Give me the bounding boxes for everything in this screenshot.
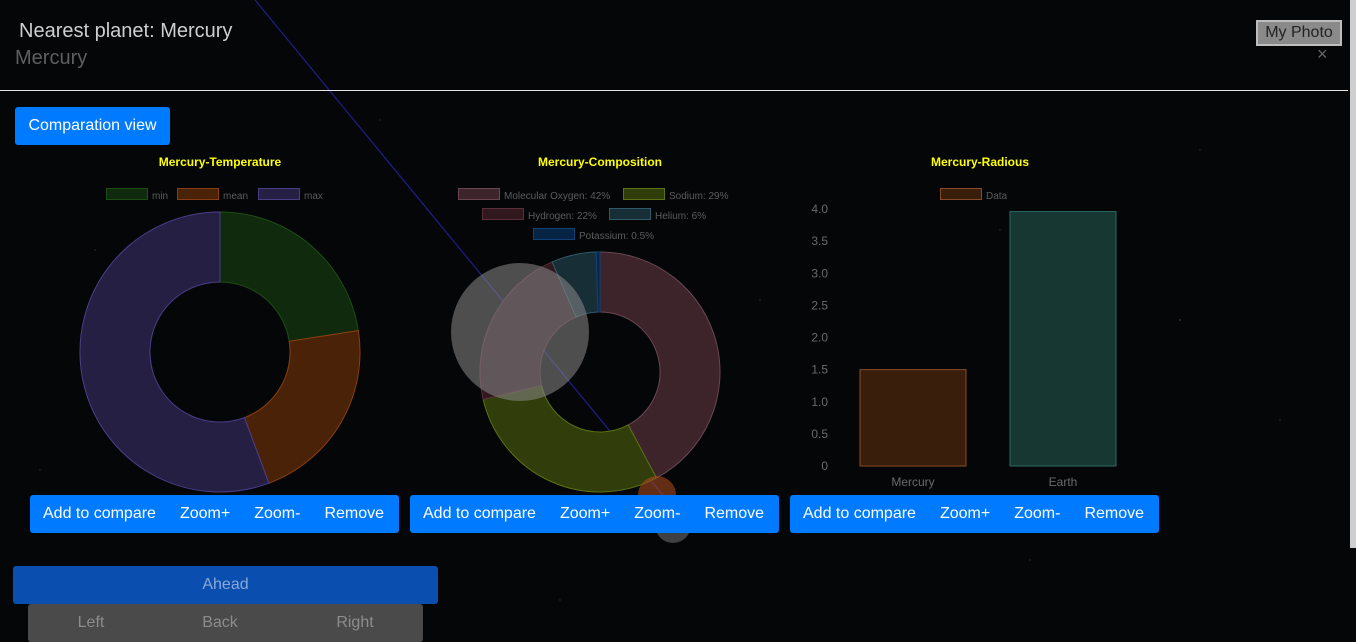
y-tick-label: 4.0: [811, 202, 828, 216]
zoom-out-button[interactable]: Zoom-: [242, 495, 312, 533]
x-tick-label: Earth: [1049, 475, 1078, 489]
zoom-in-button[interactable]: Zoom+: [548, 495, 622, 533]
y-tick-label: 0.5: [811, 427, 828, 441]
zoom-in-button[interactable]: Zoom+: [168, 495, 242, 533]
add-to-compare-button[interactable]: Add to compare: [790, 495, 928, 533]
navigation-controls: Left Back Right: [28, 604, 423, 642]
radius-chart-toolbar: Add to compare Zoom+ Zoom- Remove: [790, 495, 1159, 533]
charts-canvas: 4.0 3.5 3.0 2.5 2.0 1.5 1.0 0.5 0 Mercury Earth: [79, 202, 1117, 543]
remove-button[interactable]: Remove: [312, 495, 396, 533]
zoom-out-button[interactable]: Zoom-: [622, 495, 692, 533]
pie-slice-sodium[interactable]: [482, 385, 658, 493]
y-tick-label: 3.5: [811, 234, 828, 248]
pie-slice-min[interactable]: [219, 211, 359, 342]
composition-chart-toolbar: Add to compare Zoom+ Zoom- Remove: [410, 495, 779, 533]
temperature-chart-toolbar: Add to compare Zoom+ Zoom- Remove: [30, 495, 399, 533]
pie-slice-mean[interactable]: [243, 330, 361, 484]
add-to-compare-button[interactable]: Add to compare: [410, 495, 548, 533]
y-tick-label: 3.0: [811, 266, 828, 280]
temperature-doughnut-chart: [79, 211, 361, 493]
left-button[interactable]: Left: [46, 604, 136, 642]
y-tick-label: 2.5: [811, 298, 828, 312]
remove-button[interactable]: Remove: [692, 495, 776, 533]
zoom-out-button[interactable]: Zoom-: [1002, 495, 1072, 533]
mercury-planet-image[interactable]: [451, 263, 589, 401]
y-tick-label: 0: [821, 459, 828, 473]
back-button[interactable]: Back: [175, 604, 265, 642]
right-button[interactable]: Right: [310, 604, 400, 642]
add-to-compare-button[interactable]: Add to compare: [30, 495, 168, 533]
y-tick-label: 2.0: [811, 331, 828, 345]
radius-bar-chart: 4.0 3.5 3.0 2.5 2.0 1.5 1.0 0.5 0 Mercury Earth: [811, 202, 1117, 489]
y-tick-label: 1.5: [811, 363, 828, 377]
remove-button[interactable]: Remove: [1072, 495, 1156, 533]
zoom-in-button[interactable]: Zoom+: [928, 495, 1002, 533]
bar-earth[interactable]: [1009, 211, 1117, 467]
bar-mercury[interactable]: [859, 369, 967, 467]
x-tick-label: Mercury: [891, 475, 934, 489]
y-tick-label: 1.0: [811, 395, 828, 409]
ahead-button[interactable]: Ahead: [13, 566, 438, 604]
